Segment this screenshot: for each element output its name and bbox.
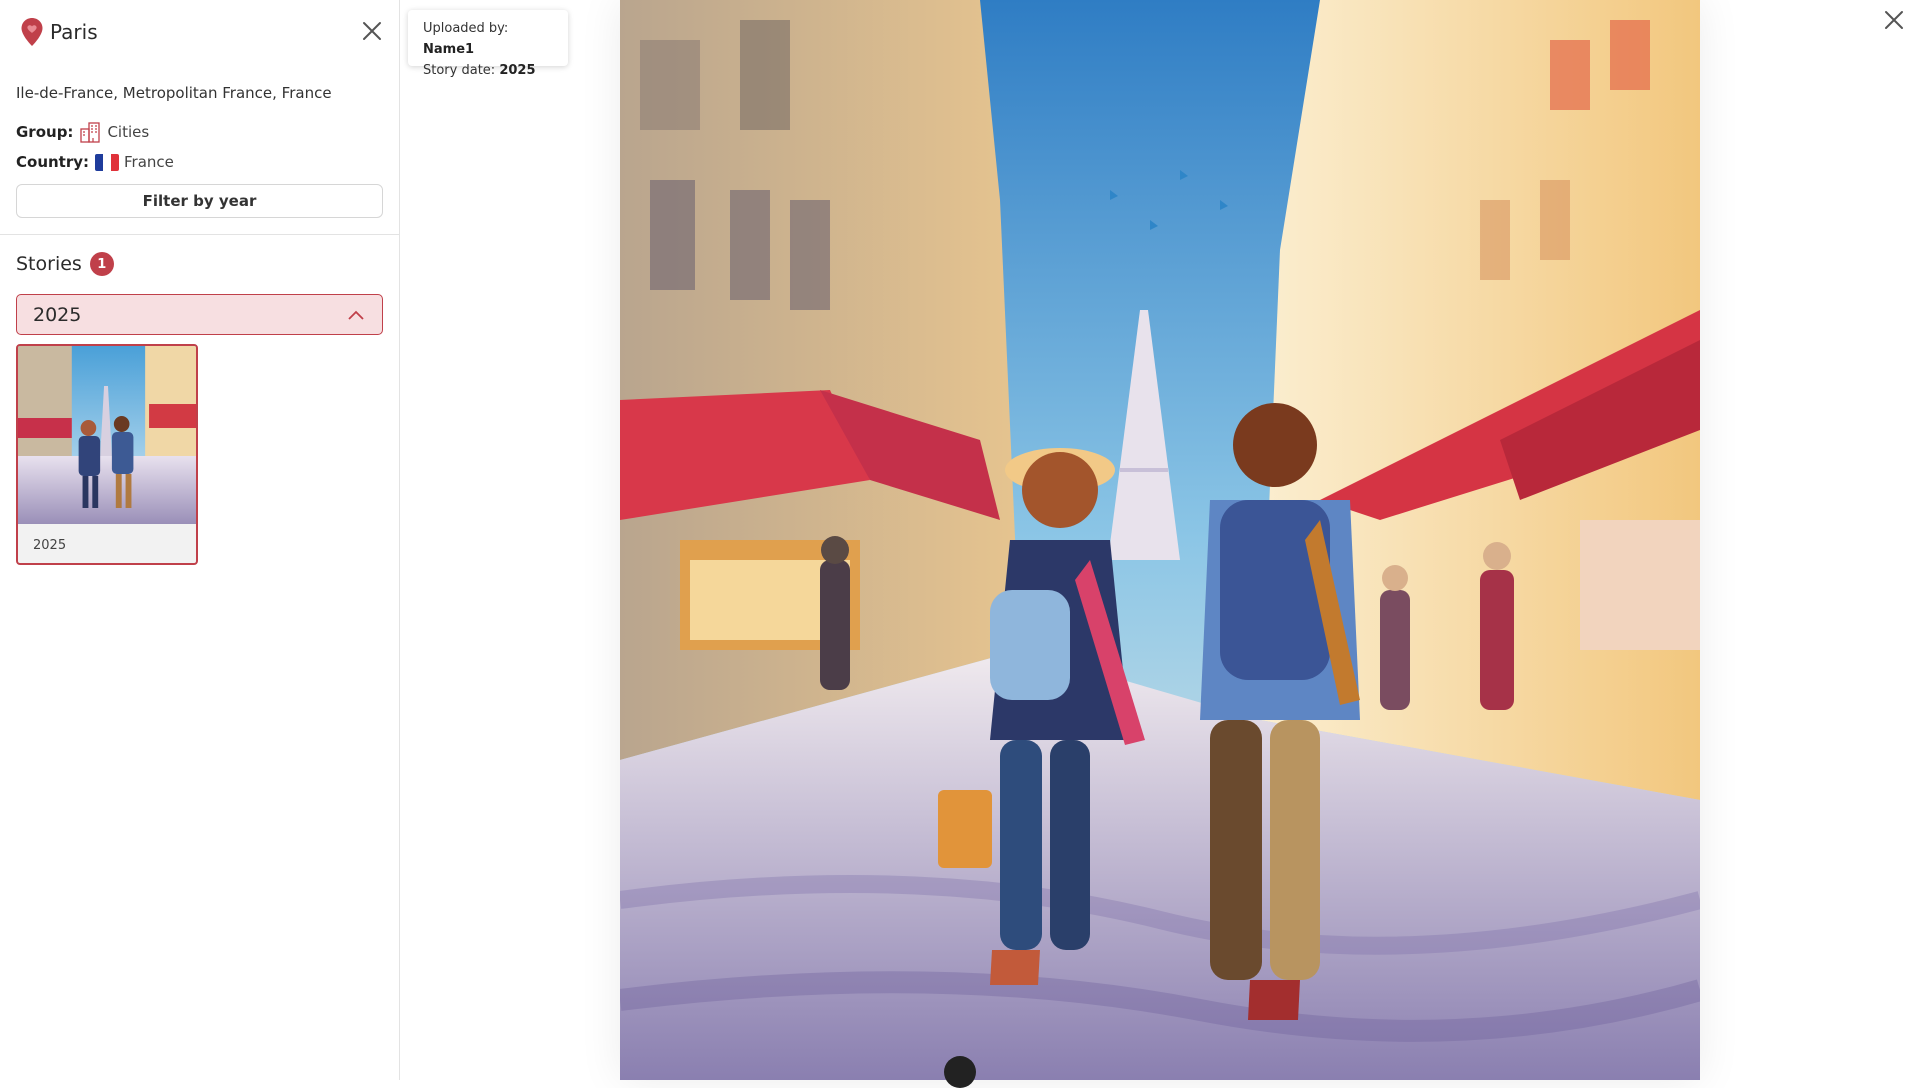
france-flag-icon xyxy=(95,153,120,171)
watercolor-paris-illustration xyxy=(620,0,1700,1080)
location-text: Ile-de-France, Metropolitan France, Fran… xyxy=(16,84,332,102)
filter-by-year-button[interactable]: Filter by year xyxy=(16,184,383,218)
year-dropdown[interactable]: 2025 xyxy=(16,294,383,335)
year-dropdown-value: 2025 xyxy=(33,303,82,326)
group-row: Group: Cities xyxy=(16,121,149,143)
story-date-value: 2025 xyxy=(499,63,536,78)
stories-header: Stories 1 xyxy=(16,252,114,276)
page-title: Paris xyxy=(50,20,98,44)
sidebar-header: Paris xyxy=(20,16,98,48)
close-viewer-icon[interactable] xyxy=(1882,8,1906,32)
uploaded-by-value: Name1 xyxy=(423,42,475,57)
story-thumbnail xyxy=(18,346,196,524)
group-label: Group: xyxy=(16,123,74,141)
story-card-caption: 2025 xyxy=(33,538,67,553)
chevron-up-icon xyxy=(348,310,364,320)
story-image xyxy=(620,0,1700,1080)
upload-info: Uploaded by: Name1 Story date: 2025 xyxy=(408,10,568,78)
group-value: Cities xyxy=(107,123,150,141)
country-value: France xyxy=(124,153,174,171)
divider xyxy=(0,234,400,235)
watermark-logo-icon xyxy=(944,1056,976,1088)
stories-title: Stories xyxy=(16,253,82,275)
country-label: Country: xyxy=(16,153,90,171)
country-row: Country: France xyxy=(16,153,174,171)
uploaded-by-row: Uploaded by: Name1 xyxy=(423,18,553,60)
map-pin-icon xyxy=(21,18,43,46)
city-building-icon xyxy=(80,122,101,143)
close-icon[interactable] xyxy=(359,18,385,44)
story-date-label: Story date: xyxy=(423,63,496,78)
uploaded-by-label: Uploaded by: xyxy=(423,21,509,36)
story-card[interactable]: 2025 xyxy=(16,344,198,565)
stories-count-badge: 1 xyxy=(89,252,114,276)
story-date-row: Story date: 2025 xyxy=(423,60,553,81)
sidebar: Paris Ile-de-France, Metropolitan France… xyxy=(0,0,400,1080)
